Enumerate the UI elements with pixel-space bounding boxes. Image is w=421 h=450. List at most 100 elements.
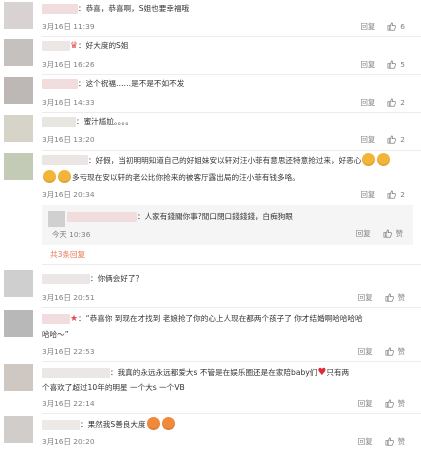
emoji-icon xyxy=(362,153,376,166)
emoji-icon xyxy=(146,417,160,430)
username[interactable] xyxy=(67,212,137,222)
comment-text: ♛：好大度的S姐 xyxy=(70,41,129,51)
reply-button[interactable]: 回复 xyxy=(361,97,376,108)
timestamp: 今天 10:36 xyxy=(52,230,91,239)
avatar[interactable] xyxy=(4,270,33,297)
star-badge-icon: ★ xyxy=(70,314,79,324)
nested-reply: ：人家有錢關你事?閒口閉口錢錢錢，白痴狗眼 今天 10:36 回复 赞 xyxy=(42,205,413,245)
thumbs-up-icon[interactable] xyxy=(385,399,394,408)
timestamp: 3月16日 14:33 xyxy=(42,98,95,107)
like-count: 2 xyxy=(400,98,405,107)
avatar[interactable] xyxy=(48,211,65,227)
like-count: 2 xyxy=(400,135,405,144)
reply-button[interactable]: 回复 xyxy=(358,292,373,303)
thumbs-up-icon[interactable] xyxy=(385,437,394,446)
comment-item: ：我真的永远永远都爱大s 不管是在娱乐圈还是在家陪baby们♥只有两 个喜欢了超… xyxy=(0,362,421,414)
avatar[interactable] xyxy=(4,2,33,29)
thumbs-up-icon[interactable] xyxy=(387,60,397,69)
comment-text: ：人家有錢關你事?閒口閉口錢錢錢，白痴狗眼 xyxy=(137,212,293,221)
comment-text: ：这个祝福……是不是不如不发 xyxy=(78,79,185,88)
avatar[interactable] xyxy=(4,310,33,337)
thumbs-up-icon[interactable] xyxy=(387,190,397,199)
like-count: 赞 xyxy=(395,229,403,238)
comment-text: ：恭喜，恭喜啊，S姐也要幸福哦 xyxy=(78,4,190,13)
comment-actions: 回复 赞 xyxy=(358,398,405,409)
comment-item: ：你俩会好了？ 3月16日 20:51 回复 赞 xyxy=(0,268,421,308)
username[interactable] xyxy=(42,41,70,51)
avatar[interactable] xyxy=(4,364,33,391)
reply-button[interactable]: 回复 xyxy=(361,59,376,70)
timestamp: 3月16日 22:53 xyxy=(42,347,95,356)
comment-text-continued: 个喜欢了超过10年的明星 一个大s 一个VB xyxy=(42,383,185,392)
comment-item: ★：“恭喜你 到现在才找到 老娘抢了你的心上人现在都两个孩子了 你才结婚啊哈哈哈… xyxy=(0,308,421,362)
like-count: 2 xyxy=(400,190,405,199)
like-count: 赞 xyxy=(397,293,405,302)
badge-icon: ♛ xyxy=(70,41,79,51)
reply-button[interactable]: 回复 xyxy=(358,436,373,447)
emoji-icon xyxy=(43,170,56,183)
reply-button[interactable]: 回复 xyxy=(356,228,371,239)
avatar[interactable] xyxy=(4,39,33,66)
comment-text: ：好假，当初明明知道自己的好姐妹安以轩对汪小菲有意思还特意抢过来，好恶心 xyxy=(88,153,411,168)
reply-button[interactable]: 回复 xyxy=(361,21,376,32)
comment-item: ：蜜汁尴尬。。。。 3月16日 13:20 回复 2 xyxy=(0,113,421,151)
timestamp: 3月16日 11:39 xyxy=(42,22,95,31)
avatar[interactable] xyxy=(4,153,33,180)
like-count: 赞 xyxy=(397,437,405,446)
username[interactable] xyxy=(42,314,70,324)
comment-item: ：这个祝福……是不是不如不发 3月16日 14:33 回复 2 xyxy=(0,75,421,113)
avatar[interactable] xyxy=(4,115,33,142)
username[interactable] xyxy=(42,4,78,14)
comment-actions: 回复 2 xyxy=(361,189,406,200)
username[interactable] xyxy=(42,155,88,165)
timestamp: 3月16日 22:14 xyxy=(42,399,95,408)
comment-text: ★：“恭喜你 到现在才找到 老娘抢了你的心上人现在都两个孩子了 你才结婚啊哈哈哈… xyxy=(70,314,363,324)
divider xyxy=(42,264,421,265)
like-count: 6 xyxy=(400,22,405,31)
reply-button[interactable]: 回复 xyxy=(358,398,373,409)
comment-text: ：我真的永远永远都爱大s 不管是在娱乐圈还是在家陪baby们♥只有两 xyxy=(110,367,350,378)
timestamp: 3月16日 16:26 xyxy=(42,60,95,69)
emoji-icon xyxy=(161,417,175,430)
comment-text: ：果然我S善良大度 xyxy=(80,417,411,432)
username[interactable] xyxy=(42,420,80,430)
comment-actions: 回复 赞 xyxy=(358,292,405,303)
comment-actions: 回复 6 xyxy=(361,21,406,32)
comment-actions: 回复 5 xyxy=(361,59,406,70)
username[interactable] xyxy=(42,79,78,89)
thumbs-up-icon[interactable] xyxy=(385,293,394,302)
like-count: 赞 xyxy=(397,399,405,408)
reply-button[interactable]: 回复 xyxy=(361,134,376,145)
comment-item: ♛：好大度的S姐 3月16日 16:26 回复 5 xyxy=(0,37,421,75)
reply-button[interactable]: 回复 xyxy=(358,346,373,357)
thumbs-up-icon[interactable] xyxy=(387,135,397,144)
reply-button[interactable]: 回复 xyxy=(361,189,376,200)
avatar[interactable] xyxy=(4,416,33,443)
timestamp: 3月16日 20:34 xyxy=(42,190,95,199)
thumbs-up-icon[interactable] xyxy=(385,347,394,356)
comment-text-continued: 哈哈～” xyxy=(42,330,69,339)
timestamp: 3月16日 13:20 xyxy=(42,135,95,144)
comment-actions: 回复 2 xyxy=(361,134,406,145)
thumbs-up-icon[interactable] xyxy=(387,22,397,31)
like-count: 5 xyxy=(400,60,405,69)
comment-item: ：果然我S善良大度 3月16日 20:20 回复 赞 xyxy=(0,414,421,450)
comment-text: ：蜜汁尴尬。。。。 xyxy=(76,117,133,126)
username[interactable] xyxy=(42,117,76,127)
comment-actions: 回复 赞 xyxy=(358,346,405,357)
comment-actions: 回复 赞 xyxy=(358,436,405,447)
username[interactable] xyxy=(42,368,110,378)
avatar[interactable] xyxy=(4,77,33,104)
comment-actions: 回复 2 xyxy=(361,97,406,108)
timestamp: 3月16日 20:51 xyxy=(42,293,95,302)
thumbs-up-icon[interactable] xyxy=(387,98,397,107)
username[interactable] xyxy=(42,274,90,284)
like-count: 赞 xyxy=(397,347,405,356)
comment-text-continued: 多亏现在安以轩的老公比你抢来的被客厅露出局的汪小菲有钱多咯。 xyxy=(42,170,411,185)
view-more-replies-link[interactable]: 共3条回复 xyxy=(50,249,85,260)
comment-actions: 回复 赞 xyxy=(356,228,403,239)
comment-item: ：恭喜，恭喜啊，S姐也要幸福哦 3月16日 11:39 回复 6 xyxy=(0,0,421,37)
emoji-icon xyxy=(377,153,391,166)
thumbs-up-icon[interactable] xyxy=(383,229,392,238)
comment-text: ：你俩会好了？ xyxy=(90,274,144,283)
